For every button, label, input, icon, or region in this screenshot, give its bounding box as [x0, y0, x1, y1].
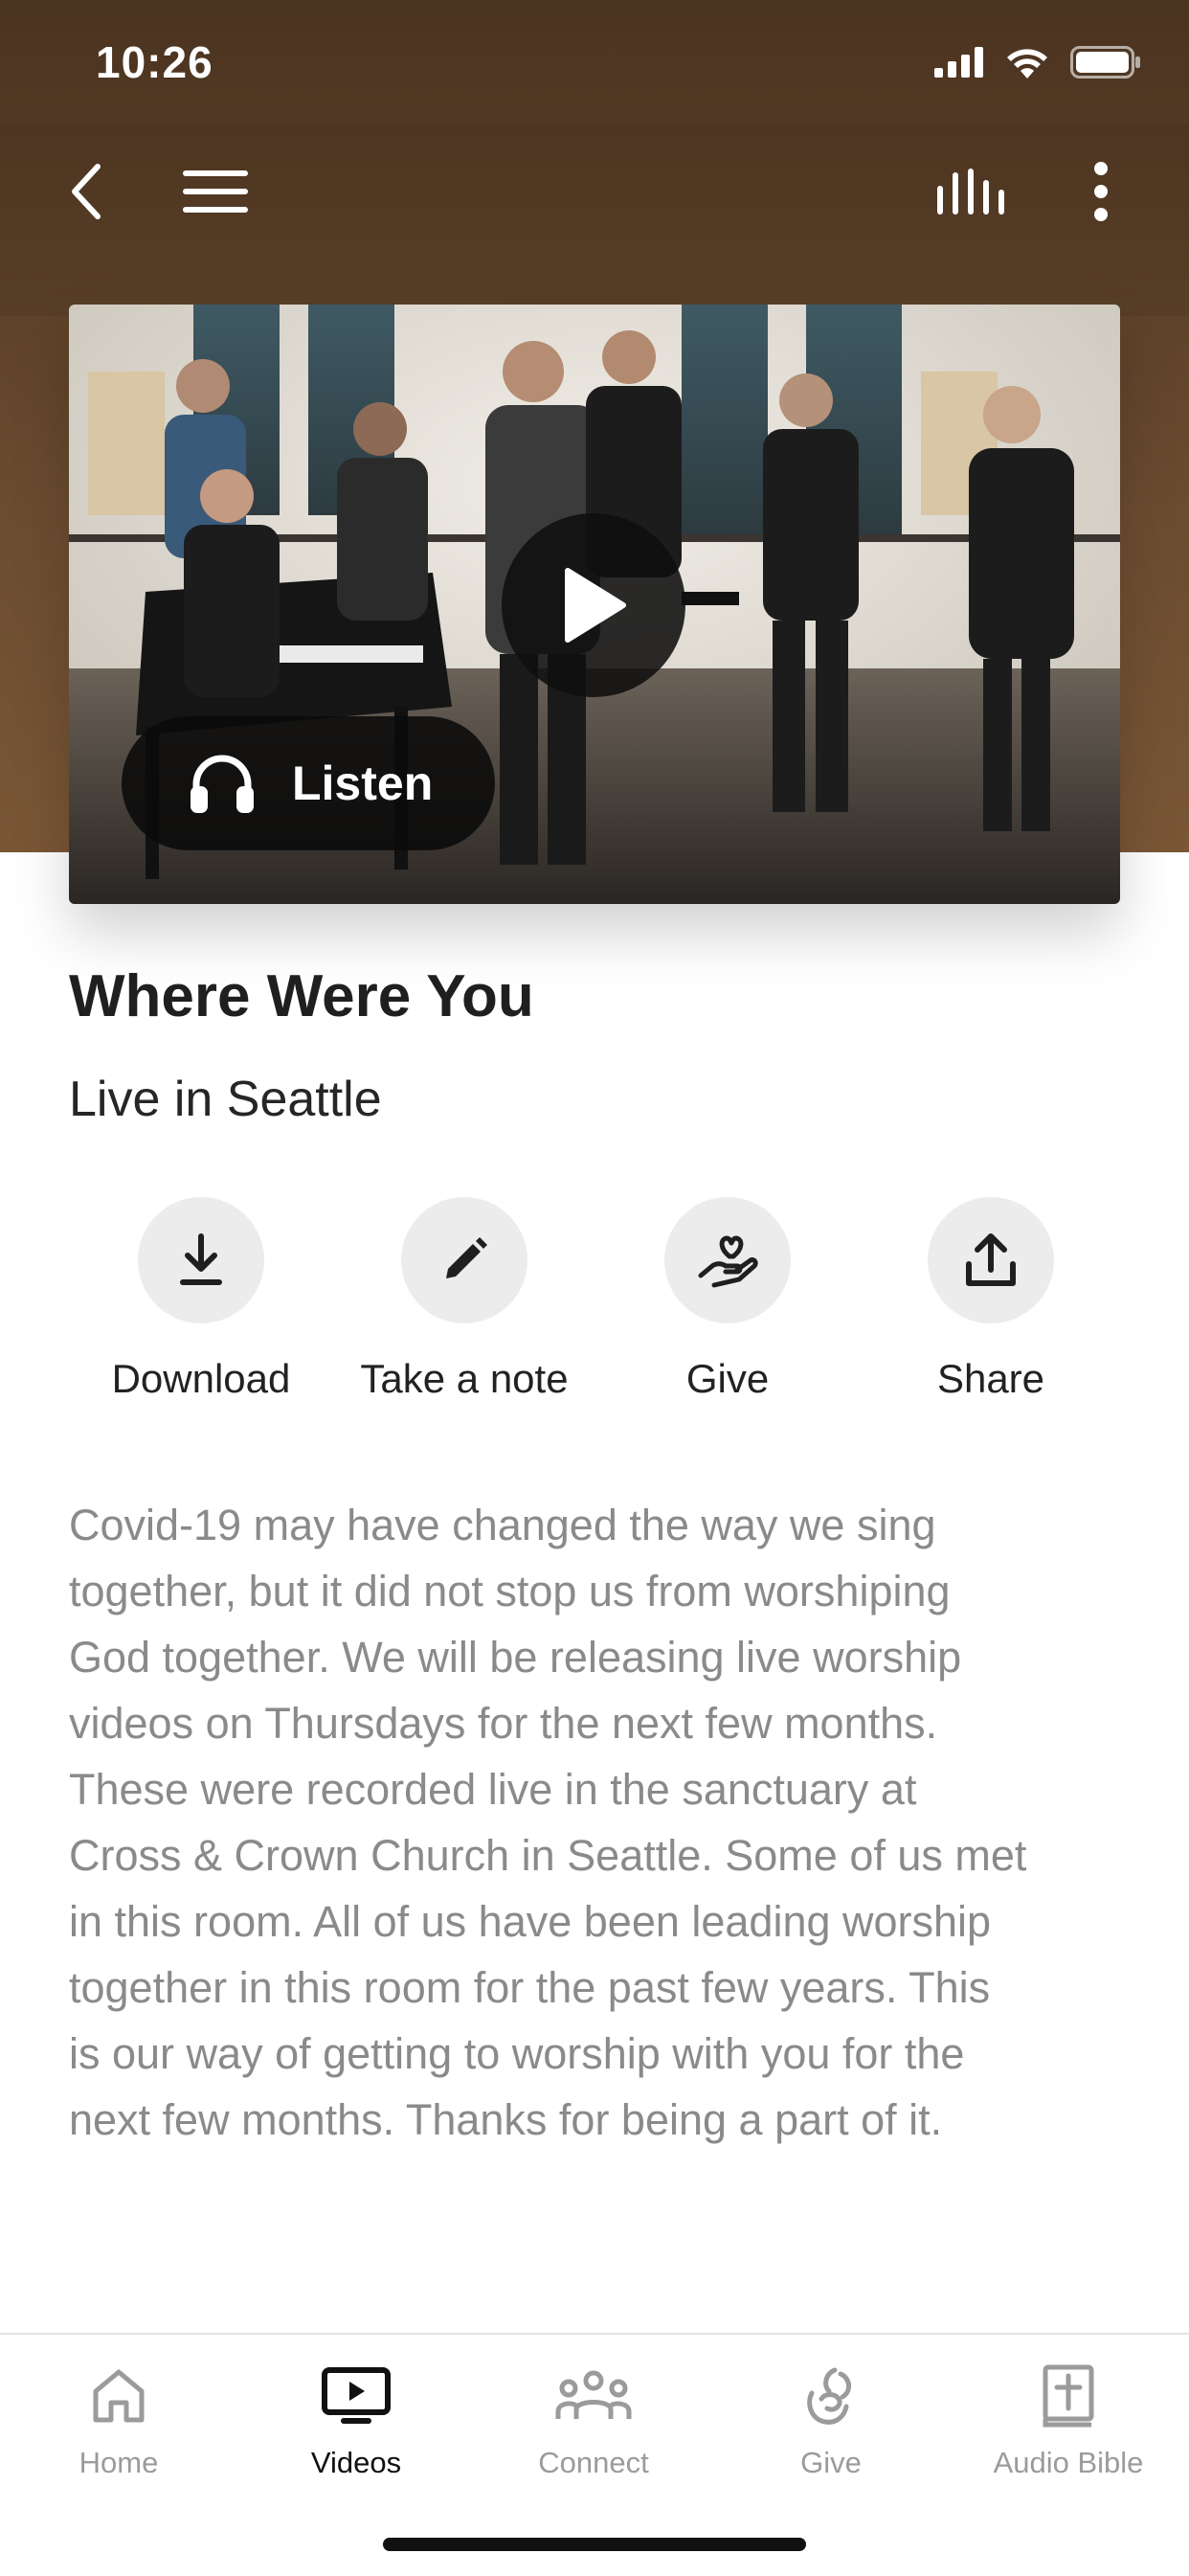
headphones-icon	[191, 755, 254, 813]
page-title: Where Were You	[69, 963, 534, 1029]
listen-button[interactable]: Listen	[122, 716, 495, 850]
tv-play-icon	[322, 2367, 391, 2424]
tab-audio-bible[interactable]: Audio Bible	[950, 2358, 1187, 2480]
home-indicator[interactable]	[383, 2538, 806, 2551]
tab-videos[interactable]: Videos	[237, 2358, 475, 2480]
audio-button[interactable]	[929, 153, 1015, 230]
chevron-left-icon	[72, 164, 101, 219]
take-note-circle	[401, 1197, 527, 1323]
download-circle	[138, 1197, 264, 1323]
signal-icon	[934, 47, 983, 78]
give-button[interactable]: Give	[595, 1197, 860, 1402]
bible-icon	[1043, 2364, 1094, 2428]
play-icon	[565, 568, 626, 643]
wifi-icon	[1007, 49, 1047, 79]
tab-connect[interactable]: Connect	[475, 2358, 712, 2480]
tab-give-label: Give	[800, 2446, 862, 2479]
give-label: Give	[685, 1356, 770, 1401]
video-thumbnail[interactable]: Listen	[69, 305, 1120, 904]
listen-label: Listen	[292, 757, 434, 810]
action-row: Download Take a note Give Share	[69, 1197, 1120, 1417]
description-text: Covid-19 may have changed the way we sin…	[69, 1501, 1027, 2144]
share-circle	[928, 1197, 1054, 1323]
tab-give[interactable]: Give	[712, 2358, 950, 2480]
share-button[interactable]: Share	[859, 1197, 1123, 1402]
home-icon	[93, 2369, 145, 2423]
pencil-icon	[446, 1237, 487, 1278]
hamburger-icon	[183, 170, 248, 213]
menu-button[interactable]	[177, 153, 254, 230]
tab-connect-label: Connect	[538, 2446, 649, 2479]
give-icon	[807, 2367, 851, 2425]
download-button[interactable]: Download	[69, 1197, 333, 1402]
share-icon	[966, 1233, 1016, 1286]
tab-videos-label: Videos	[310, 2446, 402, 2479]
people-icon	[555, 2370, 632, 2419]
more-button[interactable]	[1072, 153, 1130, 230]
page-subtitle: Live in Seattle	[69, 1072, 382, 1127]
download-label: Download	[111, 1356, 291, 1401]
tab-home[interactable]: Home	[0, 2358, 237, 2480]
give-circle	[664, 1197, 791, 1323]
tab-audio-bible-label: Audio Bible	[993, 2446, 1144, 2479]
download-icon	[180, 1233, 222, 1285]
back-button[interactable]	[57, 153, 115, 230]
take-note-label: Take a note	[360, 1356, 569, 1401]
take-note-button[interactable]: Take a note	[332, 1197, 596, 1402]
battery-icon	[1070, 46, 1140, 79]
tab-home-label: Home	[79, 2446, 159, 2479]
share-label: Share	[936, 1356, 1045, 1401]
more-vertical-icon	[1094, 162, 1108, 221]
hand-heart-icon	[698, 1235, 758, 1288]
play-button[interactable]	[502, 513, 685, 697]
audio-bars-icon	[937, 169, 1004, 215]
status-time: 10:26	[96, 37, 213, 87]
status-icons	[934, 46, 1141, 79]
